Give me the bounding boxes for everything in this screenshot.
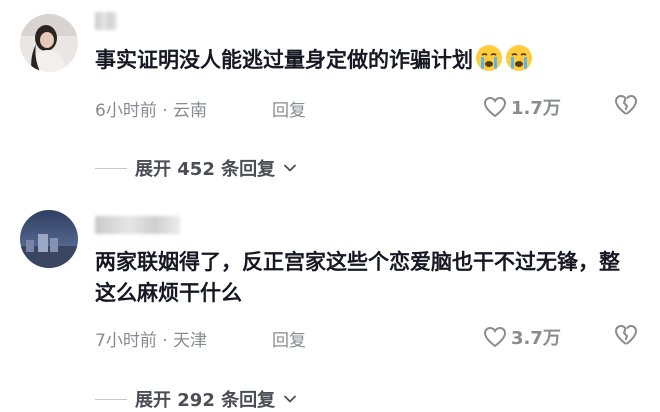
- crying-face-icon: [506, 45, 532, 71]
- like-button[interactable]: 1.7万: [483, 94, 561, 120]
- location: 天津: [173, 331, 208, 351]
- like-button[interactable]: 3.7万: [483, 324, 561, 350]
- timestamp: 6小时前: [95, 101, 157, 121]
- username[interactable]: [95, 216, 180, 234]
- divider-line: [95, 398, 127, 400]
- dislike-button[interactable]: [614, 94, 638, 120]
- crying-face-icon: [476, 45, 502, 71]
- broken-heart-icon: [615, 324, 638, 345]
- like-count: 1.7万: [511, 98, 561, 119]
- separator: ·: [162, 101, 168, 121]
- username[interactable]: [95, 12, 117, 30]
- expand-replies-button[interactable]: 展开 292 条回复: [95, 386, 297, 412]
- dislike-button[interactable]: [614, 324, 638, 350]
- expand-label: 展开 292 条回复: [135, 390, 276, 411]
- comment-text: 两家联姻得了，反正宫家这些个恋爱脑也干不过无锋，整这么麻烦干什么: [95, 250, 620, 305]
- comment-item: 事实证明没人能逃过量身定做的诈骗计划 6小时前 · 云南 回复 1.7万 展开 …: [0, 0, 660, 200]
- location: 云南: [173, 101, 208, 121]
- broken-heart-icon: [615, 94, 638, 115]
- reply-button[interactable]: 回复: [272, 326, 306, 351]
- separator: ·: [162, 331, 168, 351]
- timestamp: 7小时前: [95, 331, 157, 351]
- expand-label: 展开 452 条回复: [135, 159, 276, 180]
- avatar[interactable]: [20, 14, 78, 72]
- chevron-down-icon: [284, 164, 297, 172]
- heart-icon: [483, 326, 507, 348]
- comment-text: 事实证明没人能逃过量身定做的诈骗计划: [95, 44, 630, 76]
- avatar[interactable]: [20, 210, 78, 268]
- divider-line: [95, 167, 127, 169]
- chevron-down-icon: [284, 395, 297, 403]
- comment-meta: 6小时前 · 云南: [95, 96, 207, 121]
- comment-item: 两家联姻得了，反正宫家这些个恋爱脑也干不过无锋，整这么麻烦干什么 7小时前 · …: [0, 200, 660, 411]
- comment-meta: 7小时前 · 天津: [95, 326, 207, 351]
- heart-icon: [483, 96, 507, 118]
- expand-replies-button[interactable]: 展开 452 条回复: [95, 155, 297, 181]
- like-count: 3.7万: [511, 328, 561, 349]
- reply-button[interactable]: 回复: [272, 96, 306, 121]
